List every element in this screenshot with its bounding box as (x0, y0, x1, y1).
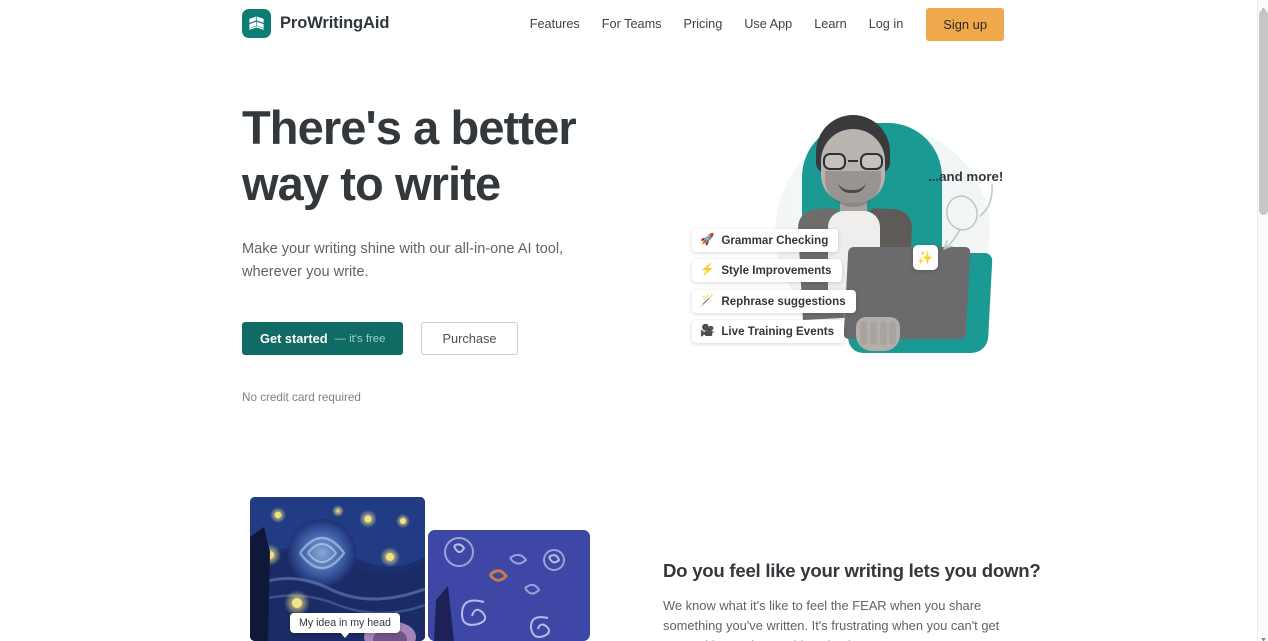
section2-heading: Do you feel like your writing lets you d… (663, 560, 1041, 581)
person-hand (856, 317, 900, 351)
scrollbar-thumb[interactable] (1259, 10, 1268, 215)
hero-cta-group: Get started — it's free Purchase (242, 322, 642, 355)
magic-wand-icon: 🪄 (700, 294, 715, 307)
feature-badge-label: Grammar Checking (721, 234, 829, 247)
page-root: ProWritingAid Features For Teams Pricing… (0, 0, 1268, 641)
nav-learn[interactable]: Learn (803, 11, 857, 37)
crude-drawing-image (428, 530, 590, 641)
nav-pricing[interactable]: Pricing (672, 11, 733, 37)
sparkle-icon: ✨ (913, 245, 938, 270)
hand-drawn-doodle-icon (943, 184, 993, 250)
purchase-button[interactable]: Purchase (421, 322, 518, 355)
page-scrollbar[interactable] (1257, 0, 1268, 641)
rocket-icon: 🚀 (700, 233, 715, 246)
book-logo-icon (242, 9, 271, 38)
hero-title-line-2: way to write (242, 157, 501, 210)
scrollbar-up-arrow-icon[interactable] (1259, 1, 1268, 11)
brand-name: ProWritingAid (280, 14, 390, 32)
and-more-label: ...and more! (928, 169, 1004, 184)
hero-title: There's a better way to write (242, 100, 642, 212)
feature-badge-label: Rephrase suggestions (721, 295, 846, 308)
brand-logo-link[interactable]: ProWritingAid (242, 9, 389, 38)
nav-log-in[interactable]: Log in (858, 11, 915, 37)
scrollbar-down-arrow-icon[interactable] (1259, 631, 1268, 641)
nav-for-teams[interactable]: For Teams (591, 11, 673, 37)
feature-badge-label: Live Training Events (721, 325, 835, 338)
lightning-icon: ⚡ (700, 263, 715, 276)
get-started-button[interactable]: Get started — it's free (242, 322, 404, 355)
feature-badge-label: Style Improvements (721, 264, 832, 277)
get-started-sublabel: — it's free (334, 332, 386, 345)
feature-badge: 🪄 Rephrase suggestions (692, 290, 856, 313)
video-camera-icon: 🎥 (700, 324, 715, 337)
sign-up-button[interactable]: Sign up (926, 7, 1004, 41)
feature-badge: 🚀 Grammar Checking (692, 229, 839, 252)
feature-badge: 🎥 Live Training Events (692, 320, 845, 343)
hero-text-block: There's a better way to write Make your … (242, 100, 642, 404)
glasses-icon (822, 153, 884, 170)
no-credit-card-note: No credit card required (242, 391, 361, 404)
hero-title-line-1: There's a better (242, 101, 577, 154)
hero-illustration: 🚀 Grammar Checking ⚡ Style Improvements … (660, 95, 1020, 395)
feature-badge: ⚡ Style Improvements (692, 259, 842, 282)
idea-tooltip: My idea in my head (290, 613, 400, 638)
nav-features[interactable]: Features (519, 11, 591, 37)
get-started-label: Get started (260, 331, 328, 346)
site-header: ProWritingAid Features For Teams Pricing… (0, 0, 1257, 48)
section2-text-block: Do you feel like your writing lets you d… (663, 560, 1041, 641)
section2-body: We know what it's like to feel the FEAR … (663, 598, 1000, 641)
hero-subtitle: Make your writing shine with our all-in-… (242, 241, 564, 280)
primary-nav: Features For Teams Pricing Use App Learn… (519, 0, 1257, 48)
nav-use-app[interactable]: Use App (733, 11, 803, 37)
